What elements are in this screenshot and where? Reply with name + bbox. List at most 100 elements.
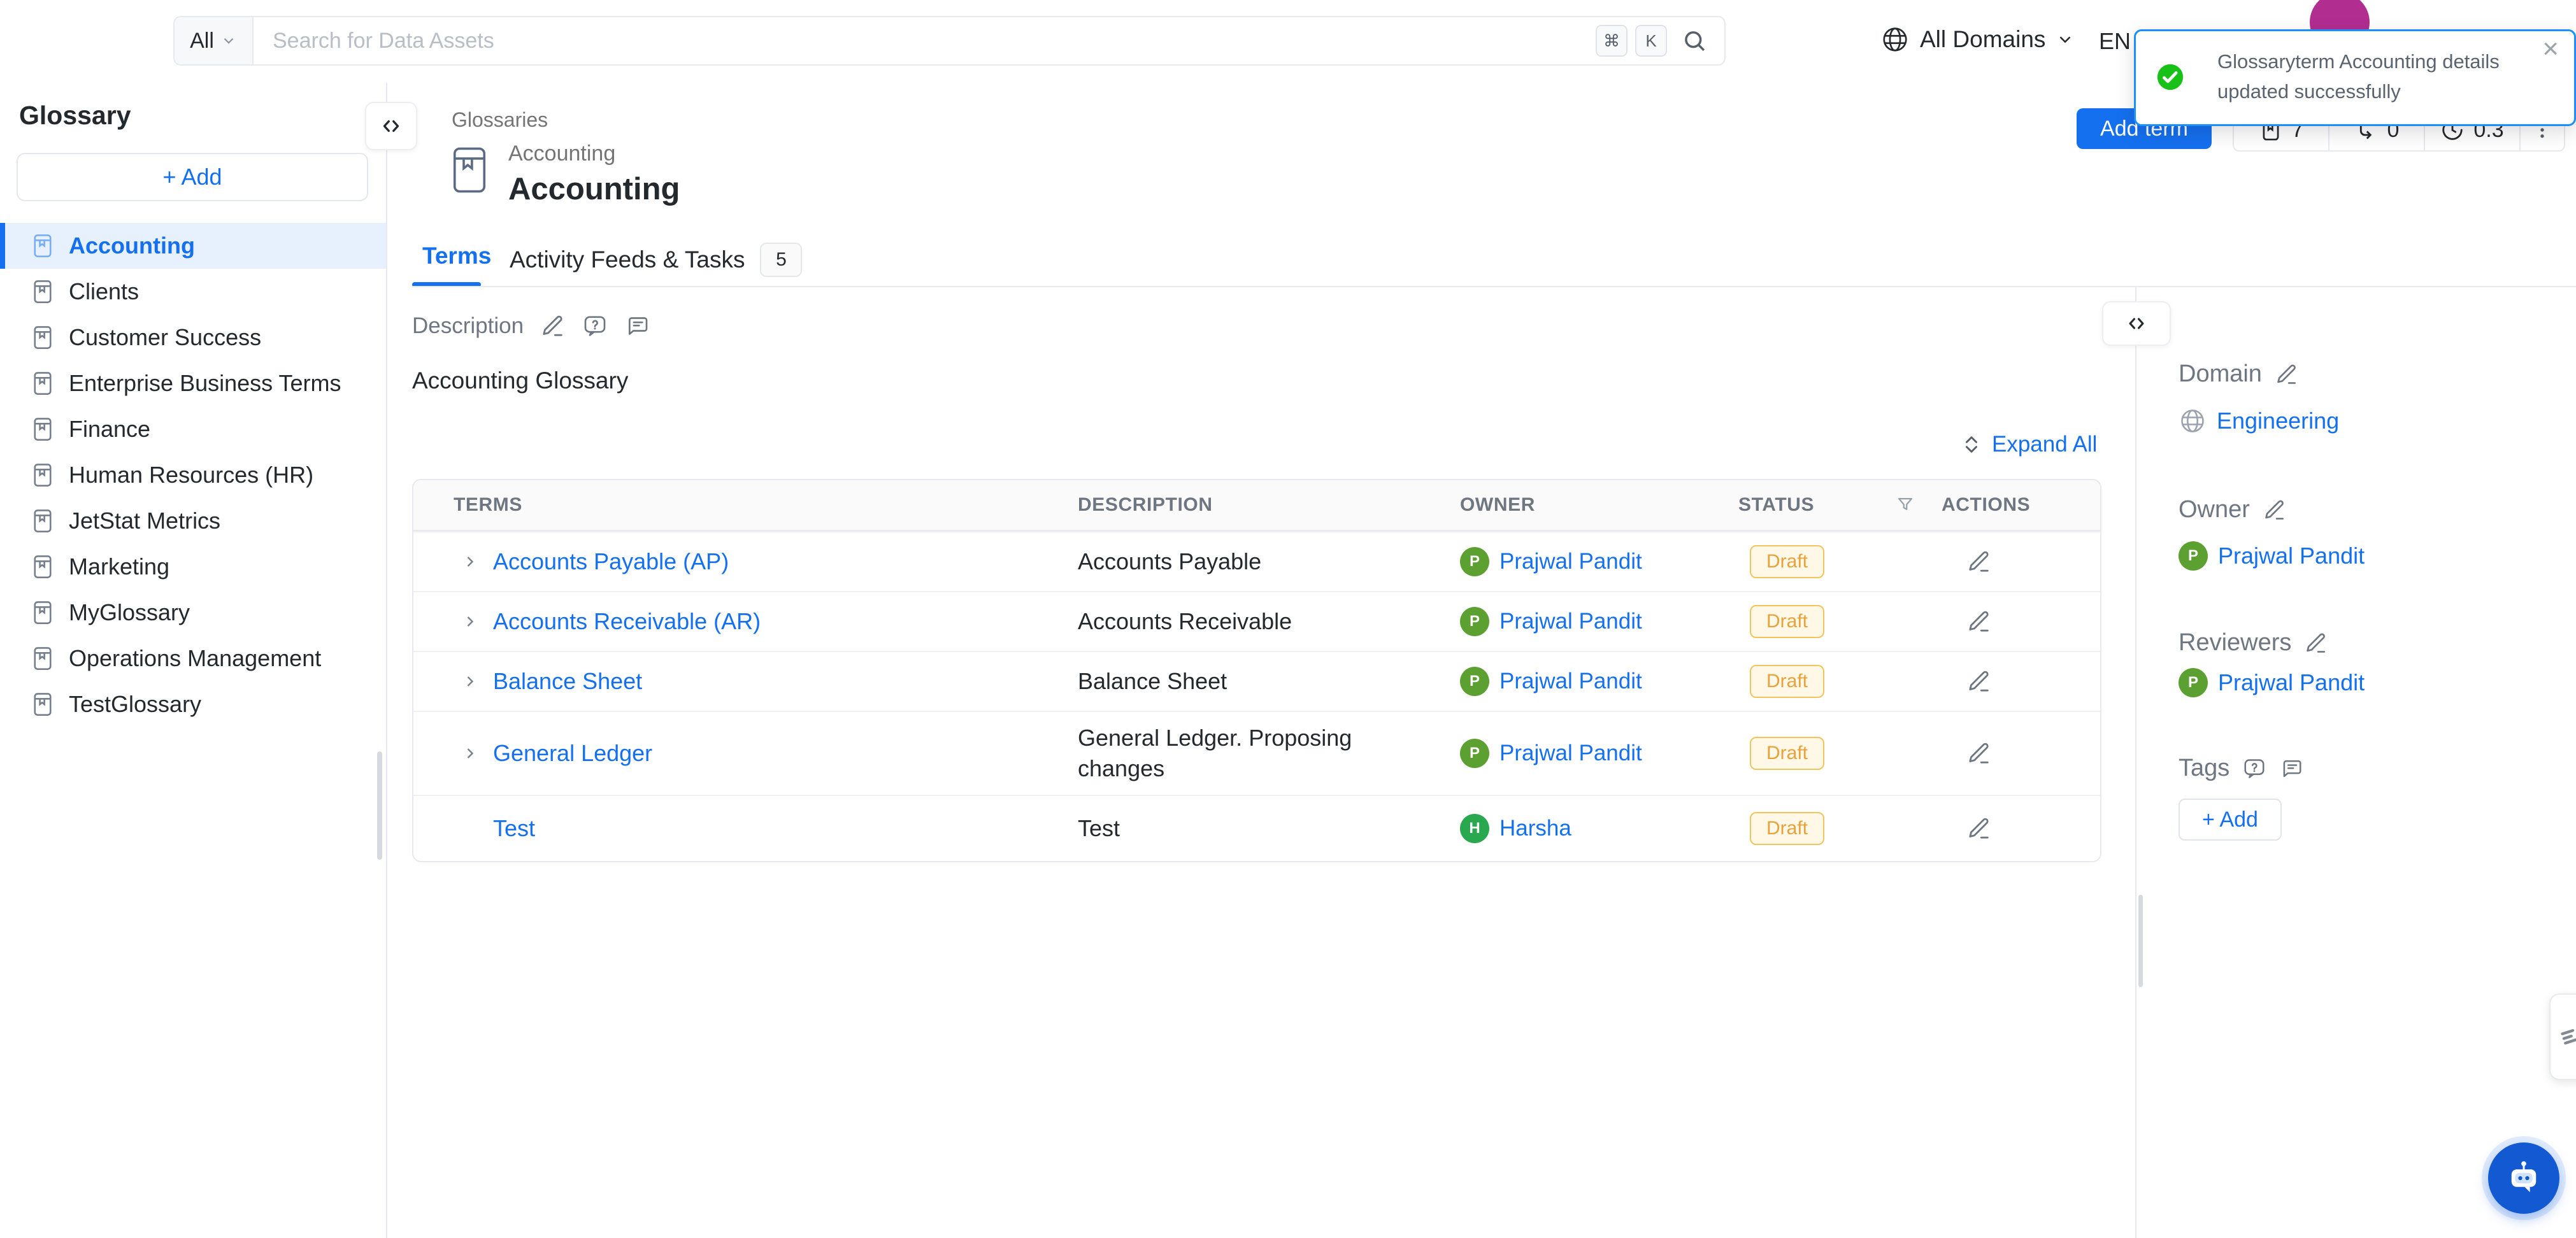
sidebar-item-label: Clients <box>69 278 139 305</box>
expand-all-label: Expand All <box>1992 432 2097 457</box>
entity-kicker: Accounting <box>508 141 680 166</box>
sidebar-collapse-button[interactable] <box>365 102 417 150</box>
sidebar-item-label: Enterprise Business Terms <box>69 370 341 397</box>
owner-link[interactable]: Prajwal Pandit <box>1499 549 1642 574</box>
domain-link[interactable]: Engineering <box>2217 408 2339 434</box>
search-scope-dropdown[interactable]: All <box>175 17 254 64</box>
sidebar-item-human-resources[interactable]: Human Resources (HR) <box>0 452 386 498</box>
chevron-down-icon <box>220 32 237 49</box>
status-badge: Draft <box>1750 812 1824 845</box>
term-link[interactable]: Test <box>493 815 535 842</box>
request-description-icon[interactable] <box>582 313 608 339</box>
term-link[interactable]: Accounts Receivable (AR) <box>493 608 761 635</box>
comment-icon[interactable] <box>2279 757 2303 781</box>
edit-term-icon[interactable] <box>1966 609 2100 634</box>
robot-icon <box>2503 1157 2545 1199</box>
add-glossary-button[interactable]: + Add <box>17 153 368 201</box>
edit-domain-icon[interactable] <box>2275 362 2299 387</box>
edit-description-icon[interactable] <box>540 313 566 339</box>
status-badge: Draft <box>1750 545 1824 578</box>
owner-link[interactable]: Harsha <box>1499 816 1571 841</box>
expand-all-button[interactable]: Expand All <box>1960 432 2097 457</box>
search-input[interactable] <box>254 29 1596 53</box>
sidebar-item-label: Finance <box>69 416 150 443</box>
comment-icon[interactable] <box>624 313 650 339</box>
sidebar-item-enterprise-business-terms[interactable]: Enterprise Business Terms <box>0 360 386 406</box>
sidebar-scrollbar[interactable] <box>377 751 382 860</box>
sidebar-item-marketing[interactable]: Marketing <box>0 544 386 590</box>
expand-all-icon <box>1960 433 1983 456</box>
sidebar-item-operations-management[interactable]: Operations Management <box>0 636 386 681</box>
tabs-divider <box>412 286 2576 287</box>
glossary-book-icon <box>29 599 56 626</box>
avatar: P <box>2179 541 2208 571</box>
term-link[interactable]: General Ledger <box>493 740 652 767</box>
glossary-book-icon <box>29 645 56 672</box>
chat-bot-button[interactable] <box>2488 1142 2559 1214</box>
term-description: Balance Sheet <box>1078 666 1460 697</box>
edit-term-icon[interactable] <box>1966 816 2100 841</box>
breadcrumb[interactable]: Glossaries <box>452 108 548 132</box>
right-panel: Domain Engineering Owner P Prajwal Pandi… <box>2179 357 2548 841</box>
expand-row-icon[interactable] <box>461 744 479 762</box>
add-tag-button[interactable]: + Add <box>2179 799 2282 841</box>
sidebar-item-label: TestGlossary <box>69 691 201 718</box>
sidebar-item-jetstat-metrics[interactable]: JetStat Metrics <box>0 498 386 544</box>
description-label: Description <box>412 313 524 339</box>
request-tags-icon[interactable] <box>2242 757 2266 781</box>
sidebar-item-label: Customer Success <box>69 324 261 351</box>
language-label: EN <box>2099 28 2131 55</box>
close-icon[interactable]: × <box>2542 35 2559 63</box>
avatar: P <box>1460 739 1489 768</box>
status-filter-icon[interactable] <box>1894 494 1916 516</box>
edit-term-icon[interactable] <box>1966 549 2100 574</box>
reviewer-link[interactable]: Prajwal Pandit <box>2218 669 2365 696</box>
edit-term-icon[interactable] <box>1966 741 2100 766</box>
expand-row-icon[interactable] <box>461 672 479 690</box>
owner-link[interactable]: Prajwal Pandit <box>1499 609 1642 634</box>
right-panel-collapse-button[interactable] <box>2102 301 2171 346</box>
sidebar-item-clients[interactable]: Clients <box>0 269 386 315</box>
all-domains-label: All Domains <box>1920 26 2045 53</box>
sidebar-item-label: JetStat Metrics <box>69 508 220 534</box>
sidebar-item-myglossary[interactable]: MyGlossary <box>0 590 386 636</box>
edit-term-icon[interactable] <box>1966 669 2100 694</box>
table-row: Balance Sheet Balance Sheet P Prajwal Pa… <box>413 651 2100 711</box>
sidebar-item-testglossary[interactable]: TestGlossary <box>0 681 386 727</box>
owner-link[interactable]: Prajwal Pandit <box>1499 669 1642 694</box>
edit-owner-icon[interactable] <box>2263 498 2287 522</box>
global-search-bar[interactable]: All ⌘ K <box>173 16 1726 66</box>
success-toast: Glossaryterm Accounting details updated … <box>2134 29 2576 126</box>
sidebar-item-accounting[interactable]: Accounting <box>0 223 386 269</box>
glossary-book-icon <box>29 278 56 305</box>
sidebar-item-label: Human Resources (HR) <box>69 462 313 488</box>
panel-scrollbar[interactable] <box>2138 895 2143 987</box>
sidebar-item-finance[interactable]: Finance <box>0 406 386 452</box>
page-title: Accounting <box>508 171 680 207</box>
sidebar-item-customer-success[interactable]: Customer Success <box>0 315 386 360</box>
term-link[interactable]: Balance Sheet <box>493 668 642 695</box>
expand-row-icon[interactable] <box>461 553 479 571</box>
expand-row-icon[interactable] <box>461 613 479 630</box>
tab-terms[interactable]: Terms <box>422 243 491 269</box>
all-domains-dropdown[interactable]: All Domains <box>1880 23 2075 56</box>
term-description: Accounts Payable <box>1078 546 1460 577</box>
glossary-book-icon <box>29 370 56 397</box>
tab-activity-feeds[interactable]: Activity Feeds & Tasks 5 <box>510 243 802 277</box>
glossary-book-icon <box>29 508 56 534</box>
widget-icon <box>2557 1024 2576 1049</box>
avatar: P <box>1460 607 1489 636</box>
term-link[interactable]: Accounts Payable (AP) <box>493 548 729 575</box>
edit-reviewers-icon[interactable] <box>2304 631 2328 655</box>
owner-link[interactable]: Prajwal Pandit <box>2218 543 2365 569</box>
avatar: H <box>1460 814 1489 843</box>
owner-link[interactable]: Prajwal Pandit <box>1499 741 1642 766</box>
avatar: P <box>2179 668 2208 697</box>
sidebar-item-label: MyGlossary <box>69 599 190 626</box>
globe-icon <box>1880 25 1910 54</box>
sidebar-title: Glossary <box>19 101 131 131</box>
side-widget-tab[interactable] <box>2549 993 2576 1080</box>
column-header-terms: TERMS <box>413 494 1078 516</box>
search-icon[interactable] <box>1681 27 1708 54</box>
chevron-down-icon <box>2056 30 2075 49</box>
